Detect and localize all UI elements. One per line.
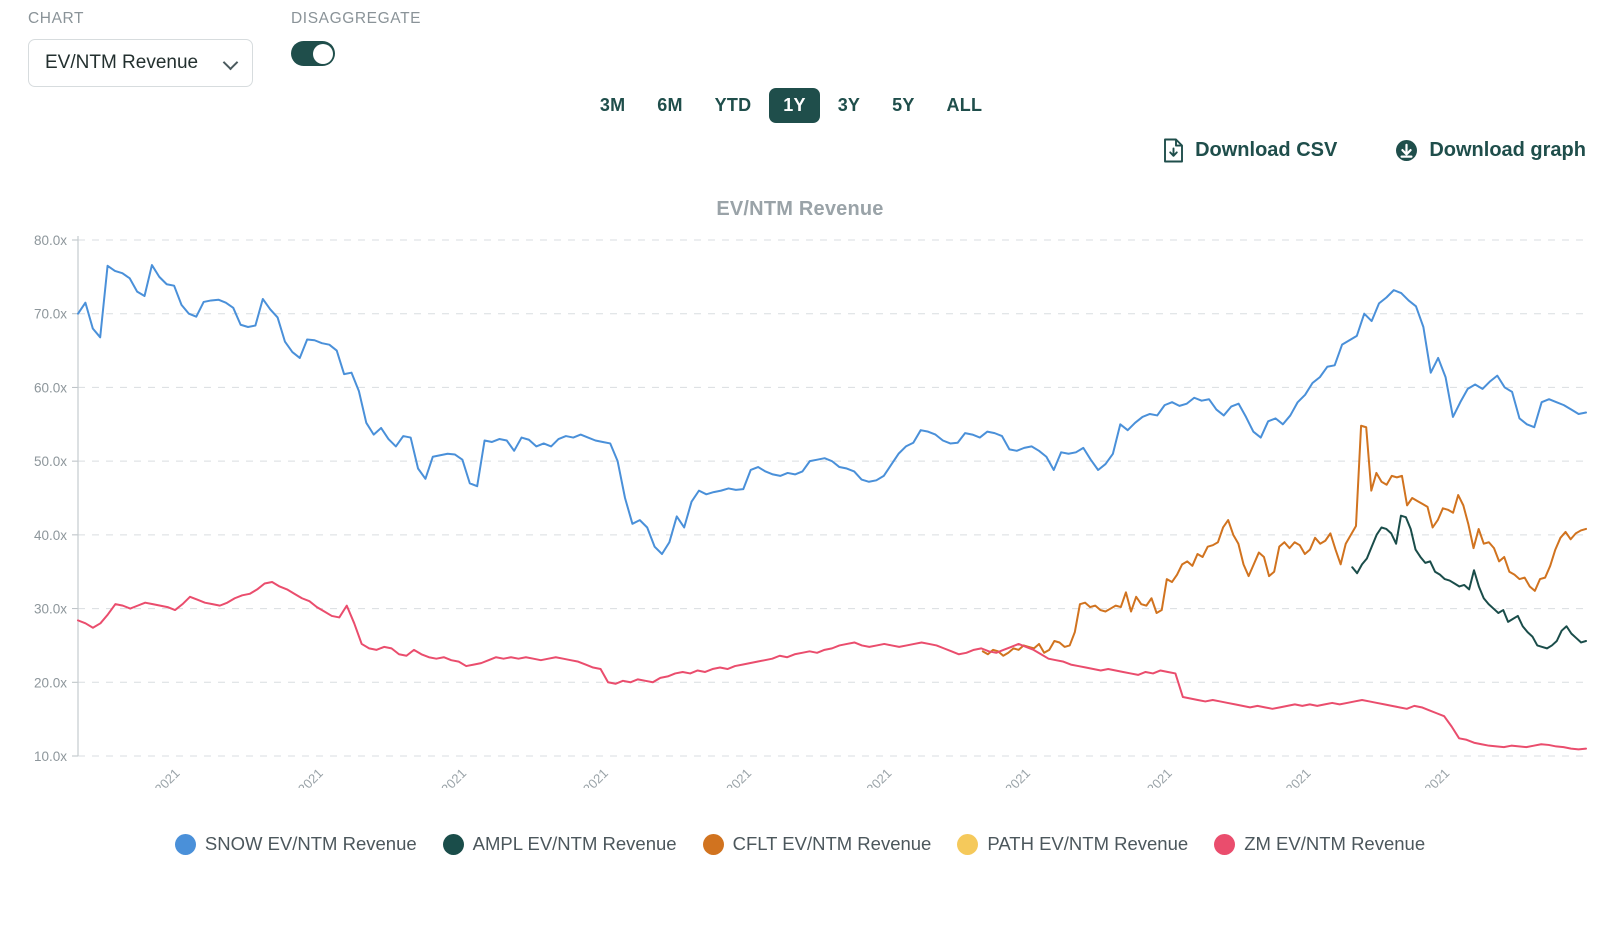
range-button-1y[interactable]: 1Y xyxy=(769,88,819,123)
range-selector: 3M6MYTD1Y3Y5YALL xyxy=(0,88,1582,123)
legend-label: PATH EV/NTM Revenue xyxy=(987,833,1188,855)
toggle-knob xyxy=(313,44,333,64)
x-axis-tick-label: JUL 2021 xyxy=(845,766,895,788)
legend-item-path[interactable]: PATH EV/NTM Revenue xyxy=(957,833,1188,855)
legend-label: CFLT EV/NTM Revenue xyxy=(733,833,932,855)
range-button-6m[interactable]: 6M xyxy=(643,88,696,123)
series-line-zm xyxy=(78,582,1586,749)
chevron-down-icon xyxy=(224,56,238,70)
range-button-5y[interactable]: 5Y xyxy=(878,88,928,123)
y-axis-tick-label: 70.0x xyxy=(34,307,67,322)
chart-select[interactable]: EV/NTM Revenue xyxy=(28,39,253,87)
legend-item-zm[interactable]: ZM EV/NTM Revenue xyxy=(1214,833,1425,855)
chart-controls: CHART EV/NTM Revenue DISAGGREGATE xyxy=(28,10,421,87)
chart-select-value: EV/NTM Revenue xyxy=(45,52,198,74)
disaggregate-group: DISAGGREGATE xyxy=(291,10,421,66)
series-line-snow xyxy=(78,265,1586,554)
legend-label: ZM EV/NTM Revenue xyxy=(1244,833,1425,855)
legend-color-swatch xyxy=(703,834,724,855)
y-axis-tick-label: 60.0x xyxy=(34,380,67,395)
y-axis-tick-label: 20.0x xyxy=(34,675,67,690)
download-csv-icon xyxy=(1163,138,1184,163)
series-line-cflt xyxy=(983,426,1586,656)
chart-title: EV/NTM Revenue xyxy=(0,198,1600,221)
legend-item-cflt[interactable]: CFLT EV/NTM Revenue xyxy=(703,833,932,855)
legend-color-swatch xyxy=(1214,834,1235,855)
x-axis-tick-label: AUG 2021 xyxy=(980,766,1034,788)
legend-color-swatch xyxy=(957,834,978,855)
chart-select-label: CHART xyxy=(28,10,253,28)
x-axis-tick-label: SEP 2021 xyxy=(1123,766,1175,788)
line-chart-svg: 10.0x 20.0x 30.0x 40.0x 50.0x 60.0x 70.0x 80.0x… xyxy=(0,228,1600,788)
legend-label: SNOW EV/NTM Revenue xyxy=(205,833,417,855)
range-button-3y[interactable]: 3Y xyxy=(824,88,874,123)
x-axis-tick-label: OCT 2021 xyxy=(1261,766,1314,788)
chart-legend: SNOW EV/NTM Revenue AMPL EV/NTM Revenue CF… xyxy=(0,833,1600,855)
disaggregate-label: DISAGGREGATE xyxy=(291,10,421,28)
download-actions: Download CSV Download graph xyxy=(1163,138,1586,163)
download-graph-button[interactable]: Download graph xyxy=(1395,139,1586,162)
x-axis-tick-label: FEB 2021 xyxy=(131,766,182,788)
x-axis-tick-label: APR 2021 xyxy=(417,766,470,788)
legend-label: AMPL EV/NTM Revenue xyxy=(473,833,677,855)
range-button-3m[interactable]: 3M xyxy=(586,88,639,123)
x-axis-tick-label: NOV 2021 xyxy=(1399,766,1453,788)
y-axis-tick-label: 30.0x xyxy=(34,602,67,617)
y-axis-tick-label: 80.0x xyxy=(34,233,67,248)
download-graph-icon xyxy=(1395,139,1418,162)
legend-color-swatch xyxy=(443,834,464,855)
chart-plot-area: 10.0x 20.0x 30.0x 40.0x 50.0x 60.0x 70.0x 80.0x… xyxy=(0,228,1600,788)
y-axis-tick-label: 40.0x xyxy=(34,528,67,543)
legend-item-snow[interactable]: SNOW EV/NTM Revenue xyxy=(175,833,417,855)
range-button-all[interactable]: ALL xyxy=(933,88,997,123)
x-axis-tick-label: JUN 2021 xyxy=(703,766,754,788)
disaggregate-toggle[interactable] xyxy=(291,41,335,66)
legend-color-swatch xyxy=(175,834,196,855)
x-axis-tick-label: MAY 2021 xyxy=(558,766,611,788)
x-axis-tick-label: MAR 2021 xyxy=(272,766,326,788)
download-graph-label: Download graph xyxy=(1429,139,1586,162)
y-axis-tick-label: 50.0x xyxy=(34,454,67,469)
y-axis-tick-label: 10.0x xyxy=(34,749,67,764)
download-csv-button[interactable]: Download CSV xyxy=(1163,138,1337,163)
range-button-ytd[interactable]: YTD xyxy=(701,88,766,123)
chart-select-group: CHART EV/NTM Revenue xyxy=(28,10,253,87)
chart-page: CHART EV/NTM Revenue DISAGGREGATE 3M6MYT… xyxy=(0,0,1600,929)
series-line-ampl xyxy=(1352,516,1586,649)
legend-item-ampl[interactable]: AMPL EV/NTM Revenue xyxy=(443,833,677,855)
download-csv-label: Download CSV xyxy=(1195,139,1337,162)
